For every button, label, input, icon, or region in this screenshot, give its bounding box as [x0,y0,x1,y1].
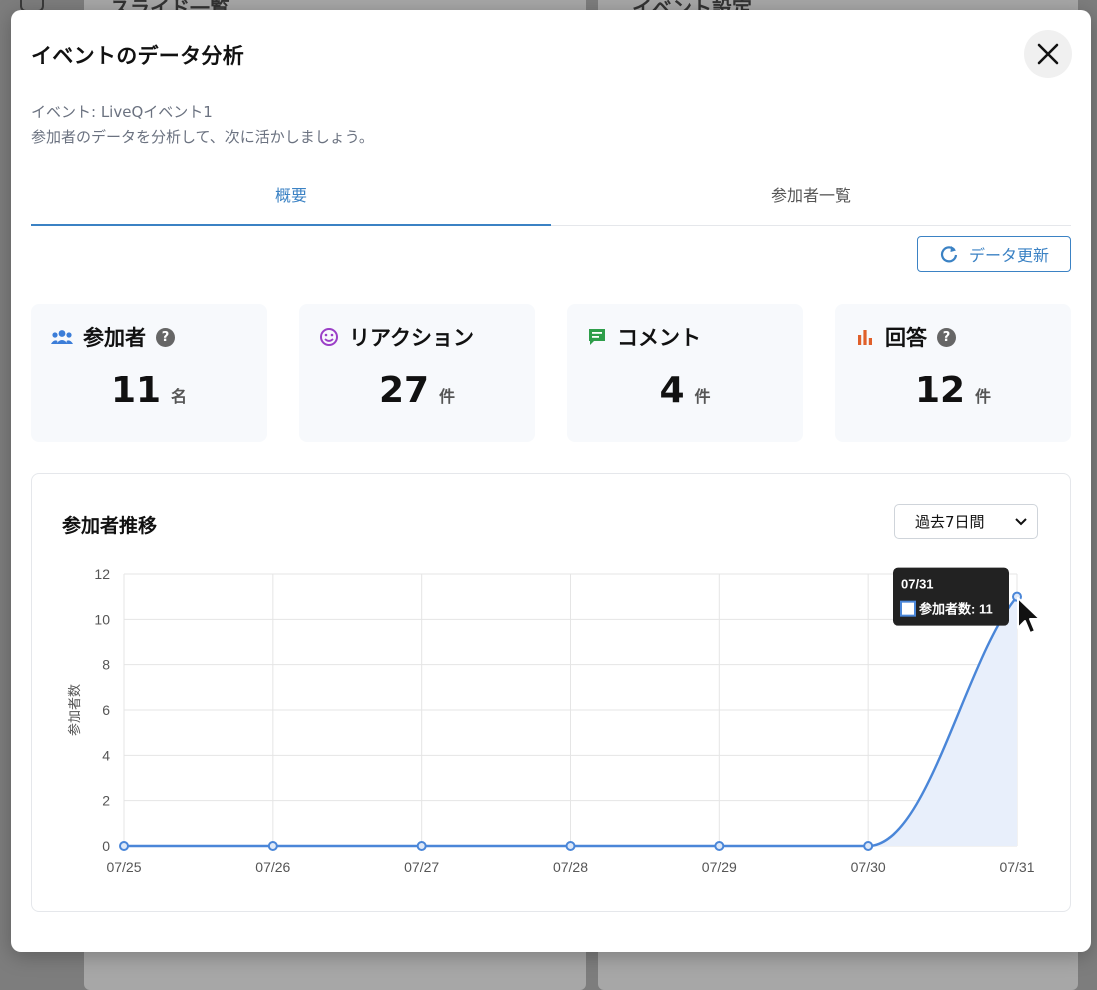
x-tick-label: 07/27 [404,859,439,875]
y-tick-label: 2 [102,793,110,809]
refresh-data-button[interactable]: データ更新 [917,236,1071,272]
stat-label-answers: 回答 [885,326,927,350]
participant-trend-chart: 0 2 4 6 8 10 12 07/25 07/26 07/27 07/28 07/29 07/30 0… [67,566,1035,875]
close-icon [1037,43,1059,65]
x-tick-label: 07/25 [106,859,141,875]
bar-chart-icon [858,330,872,345]
stat-card-participants: 参加者 ? 11 名 [31,304,267,442]
data-point [565,841,576,851]
stat-unit-comments: 件 [694,387,711,406]
y-axis-label: 参加者数 [67,684,82,736]
data-point [416,841,427,851]
data-point [119,841,129,851]
tab-bar: 概要 参加者一覧 [31,176,1071,226]
tab-participants[interactable]: 参加者一覧 [551,176,1071,224]
tooltip-swatch [900,600,916,617]
tooltip-title: 07/31 [901,577,934,592]
stat-label-comments: コメント [617,326,701,350]
people-icon [51,330,73,344]
tooltip-label: 参加者数: 11 [919,602,993,617]
refresh-button-label: データ更新 [968,246,1049,265]
help-icon[interactable]: ? [937,327,956,347]
participant-trend-card: 参加者推移 過去7日間 0 2 4 6 8 10 12 07/25 07/26 07/27 07/2… [31,473,1071,912]
help-icon[interactable]: ? [156,327,175,347]
y-tick-label: 8 [102,657,110,673]
stat-unit-participants: 名 [171,387,188,406]
y-tick-label: 12 [94,566,110,582]
comment-icon [589,329,605,345]
stat-value-comments: 4 [659,370,685,411]
stat-unit-reactions: 件 [439,387,456,406]
y-tick-label: 10 [94,611,110,627]
data-point [863,841,874,851]
stat-label-reactions: リアクション [349,326,474,350]
refresh-icon [940,246,958,263]
x-tick-label: 07/28 [553,859,588,875]
stat-value-reactions: 27 [378,370,430,411]
stat-label-participants: 参加者 [83,326,146,350]
event-name: イベント: LiveQイベント1 [31,103,213,121]
smile-icon [320,328,338,346]
data-point [714,841,725,851]
close-button[interactable] [1024,30,1072,78]
x-tick-label: 07/29 [702,859,737,875]
analytics-modal: イベントのデータ分析 イベント: LiveQイベント1 参加者のデータを分析して… [11,10,1091,952]
y-tick-label: 0 [102,838,110,854]
chart-tooltip: 07/31 参加者数: 11 [893,567,1009,626]
stat-card-answers: 回答 ? 12 件 [835,304,1071,442]
modal-description: 参加者のデータを分析して、次に活かしましょう。 [31,128,374,146]
y-tick-label: 4 [102,747,110,763]
stat-card-comments: コメント 4件 [567,304,803,442]
stat-unit-answers: 件 [975,387,992,406]
tab-overview[interactable]: 概要 [31,176,551,226]
data-point [267,841,278,851]
stat-value-participants: 11 [110,370,162,411]
x-tick-label: 07/31 [999,859,1034,875]
x-tick-label: 07/30 [851,859,886,875]
stat-value-answers: 12 [914,370,966,411]
stat-card-reactions: リアクション 27 件 [299,304,535,442]
x-tick-label: 07/26 [255,859,290,875]
y-tick-label: 6 [102,702,110,718]
mouse-cursor-icon [1017,597,1041,634]
modal-title: イベントのデータ分析 [31,44,244,68]
